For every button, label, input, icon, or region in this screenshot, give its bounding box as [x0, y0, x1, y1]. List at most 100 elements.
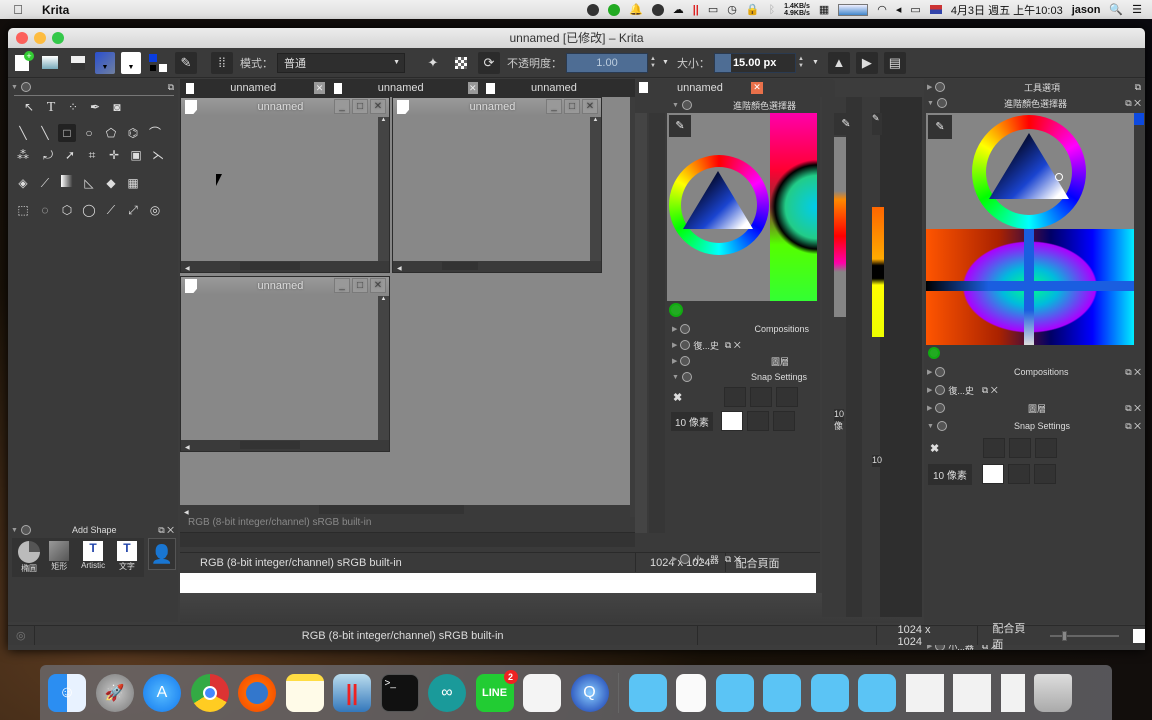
shape-artistic-text[interactable]: T Artistic [76, 541, 110, 574]
input-source-icon[interactable] [929, 5, 942, 14]
snap-toggle-icon[interactable]: ✖ [930, 442, 939, 455]
lock-icon[interactable] [935, 403, 946, 413]
snap-node-button[interactable] [1009, 438, 1032, 458]
snap-toggle-icon[interactable]: ✖ [673, 391, 682, 404]
shape-text[interactable]: T 文字 [114, 541, 140, 574]
arduino-icon[interactable]: ∞ [428, 673, 466, 712]
color-cursor[interactable] [1055, 173, 1063, 181]
refresh-colors-icon[interactable] [928, 347, 940, 359]
folder-icon[interactable] [763, 673, 801, 712]
blend-mode-select[interactable]: 普通 ▼ [277, 52, 405, 73]
shape-ellipse[interactable]: 橢圓 [16, 541, 42, 574]
close-icon[interactable]: ✕ [370, 99, 386, 114]
minimize-icon[interactable]: _ [546, 99, 562, 114]
document-tab[interactable]: unnamed [480, 79, 630, 97]
parallels-icon[interactable]: || [333, 673, 371, 712]
finder-icon[interactable]: ☺ [48, 673, 86, 712]
opacity-dropdown-icon[interactable]: ▼ [662, 59, 669, 66]
snap-intersection-button[interactable] [746, 411, 769, 431]
firefox-window-thumbnail[interactable] [905, 673, 944, 712]
refresh-colors-icon[interactable] [669, 303, 683, 317]
float-close-icons[interactable]: ⧉ ✕ [982, 385, 998, 396]
polygon-tool-icon[interactable]: ⬠ [102, 124, 120, 142]
quicktime-icon[interactable]: Q [570, 673, 609, 712]
opacity-slider[interactable]: 1.00 [566, 52, 648, 73]
folder-icon[interactable] [858, 673, 896, 712]
save-document-button[interactable] [67, 52, 89, 74]
snap-guides-button[interactable] [772, 411, 795, 431]
page-icon[interactable] [1133, 628, 1145, 643]
lock-icon[interactable] [680, 554, 691, 564]
float-close-icons[interactable]: ⧉ ✕ [1125, 421, 1141, 432]
maximize-icon[interactable]: □ [564, 99, 580, 114]
freehand-path-icon[interactable]: ⤾ [39, 146, 57, 164]
collapse-icon[interactable]: ▼ [11, 84, 18, 91]
snap-extension-button[interactable] [776, 387, 799, 407]
memory-icon[interactable]: ▦ [819, 3, 829, 16]
bezier-select-icon[interactable]: ◎ [146, 201, 164, 219]
horizontal-scrollbar[interactable]: ◀ [181, 440, 389, 451]
ellipse-tool-icon[interactable]: ○ [80, 124, 98, 142]
snap-distance-input[interactable]: 10 像素 [928, 463, 972, 485]
shape-collection-button[interactable]: 👤 [148, 538, 176, 570]
lock-icon[interactable] [935, 82, 946, 92]
lock-icon[interactable]: 🔒 [746, 3, 760, 16]
snap-bbox-button[interactable] [981, 464, 1004, 484]
sync-icon[interactable] [651, 3, 664, 16]
document-icon[interactable] [523, 673, 561, 712]
lock-icon[interactable] [936, 98, 947, 108]
vertical-scrollbar[interactable]: ▲ [590, 117, 601, 261]
snap-distance-input[interactable]: 10 像 [834, 409, 844, 431]
snap-node-button[interactable] [750, 387, 773, 407]
minimize-icon[interactable]: _ [334, 99, 350, 114]
lock-icon[interactable] [20, 525, 31, 535]
terminal-icon[interactable]: >_ [380, 673, 419, 712]
firefox-icon[interactable] [238, 673, 276, 712]
color-picker-settings-icon[interactable]: ✎ [928, 115, 952, 139]
folder-icon[interactable] [810, 673, 849, 712]
minimize-icon[interactable]: _ [334, 278, 350, 293]
zoom-window-button[interactable] [52, 32, 64, 44]
transform-move-icon[interactable]: ✛ [105, 146, 123, 164]
history-docker[interactable]: ▶ 復...史 ⧉ ✕ [669, 337, 819, 353]
color-selector-fragment[interactable] [872, 207, 884, 337]
launchpad-icon[interactable]: 🚀 [95, 673, 134, 712]
new-document-button[interactable]: + [11, 50, 34, 74]
color-picker-settings-icon[interactable]: ✎ [669, 115, 691, 137]
minimize-window-button[interactable] [34, 32, 46, 44]
line-window-thumbnail[interactable] [1000, 673, 1025, 712]
crop-tool-icon[interactable]: ⌗ [83, 146, 101, 164]
time-machine-icon[interactable]: ◷ [727, 3, 737, 16]
color-picker-settings-icon[interactable]: ✎ [834, 113, 858, 135]
size-slider[interactable]: 15.00 px [713, 52, 796, 73]
lock-icon[interactable] [680, 324, 691, 334]
snap-orthogonal-button[interactable] [983, 438, 1006, 458]
advanced-color-selector[interactable]: ✎ [667, 113, 817, 301]
snap-settings-docker[interactable]: ▼ Snap Settings ⧉ ✕ [924, 417, 1145, 435]
color-picker-settings-icon[interactable]: ✎ [872, 113, 882, 135]
lock-icon[interactable] [681, 372, 692, 382]
lock-icon[interactable] [680, 356, 691, 366]
document-tab[interactable]: unnamed ✕ [180, 79, 325, 97]
reload-preset-button[interactable]: ⟳ [478, 51, 500, 74]
spotlight-icon[interactable]: 🔍 [1109, 3, 1123, 16]
erase-mode-button[interactable]: ✦ [422, 52, 444, 74]
line-icon[interactable]: LINE 2 [475, 669, 518, 712]
move-tool-icon[interactable]: ➚ [61, 146, 79, 164]
collapse-icon[interactable]: ▼ [672, 102, 679, 109]
history-docker[interactable]: ▶ 復...史 ⧉ ✕ [924, 381, 1145, 399]
clock[interactable]: 4月3日 週五 上午10:03 [951, 2, 1063, 18]
stacked-scrollbars[interactable] [180, 593, 900, 623]
cloud-icon[interactable]: ☁ [673, 3, 684, 16]
float-close-icons[interactable]: ⧉ ✕ [1125, 98, 1141, 109]
color-selector-docker[interactable]: ▼ 進階顏色選擇器 ⧉ ✕ [924, 95, 1145, 111]
horizontal-scrollbar[interactable]: ◀ [393, 261, 601, 272]
volume-icon[interactable]: ◂ [896, 3, 902, 16]
fg-bg-color-icon[interactable] [147, 52, 169, 74]
multibrush-icon[interactable]: ⁂ [14, 146, 32, 164]
pattern-edit-icon[interactable]: ⁘ [64, 98, 82, 116]
gradient-tool-icon[interactable] [58, 172, 76, 190]
record-icon[interactable] [586, 3, 599, 16]
chrome-window-thumbnail[interactable] [953, 673, 991, 712]
snap-distance-input[interactable]: 10 [872, 455, 884, 467]
